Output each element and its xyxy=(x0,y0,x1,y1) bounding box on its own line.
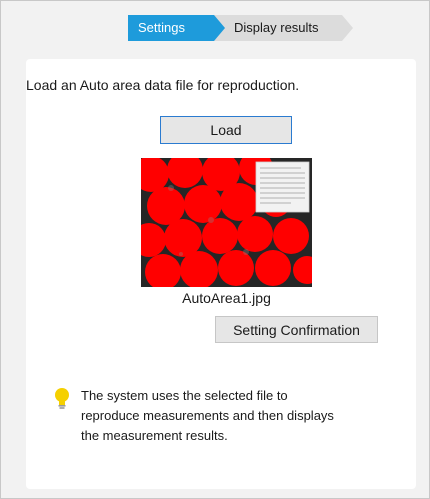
setting-confirmation-button[interactable]: Setting Confirmation xyxy=(215,316,378,343)
load-button[interactable]: Load xyxy=(160,116,292,144)
step-settings[interactable]: Settings xyxy=(128,15,225,41)
info-text: The system uses the selected file to rep… xyxy=(81,388,334,443)
step-display-results[interactable]: Display results xyxy=(214,15,353,41)
step-breadcrumb: Settings Display results xyxy=(128,15,353,41)
lightbulb-icon xyxy=(53,387,71,411)
image-thumbnail[interactable] xyxy=(141,158,312,287)
settings-panel: Load an Auto area data file for reproduc… xyxy=(26,59,416,489)
instruction-text: Load an Auto area data file for reproduc… xyxy=(26,77,300,93)
file-name: AutoArea1.jpg xyxy=(182,290,271,306)
thumbnail-image xyxy=(141,158,312,287)
settings-window: Settings Display results Load an Auto ar… xyxy=(0,0,430,499)
